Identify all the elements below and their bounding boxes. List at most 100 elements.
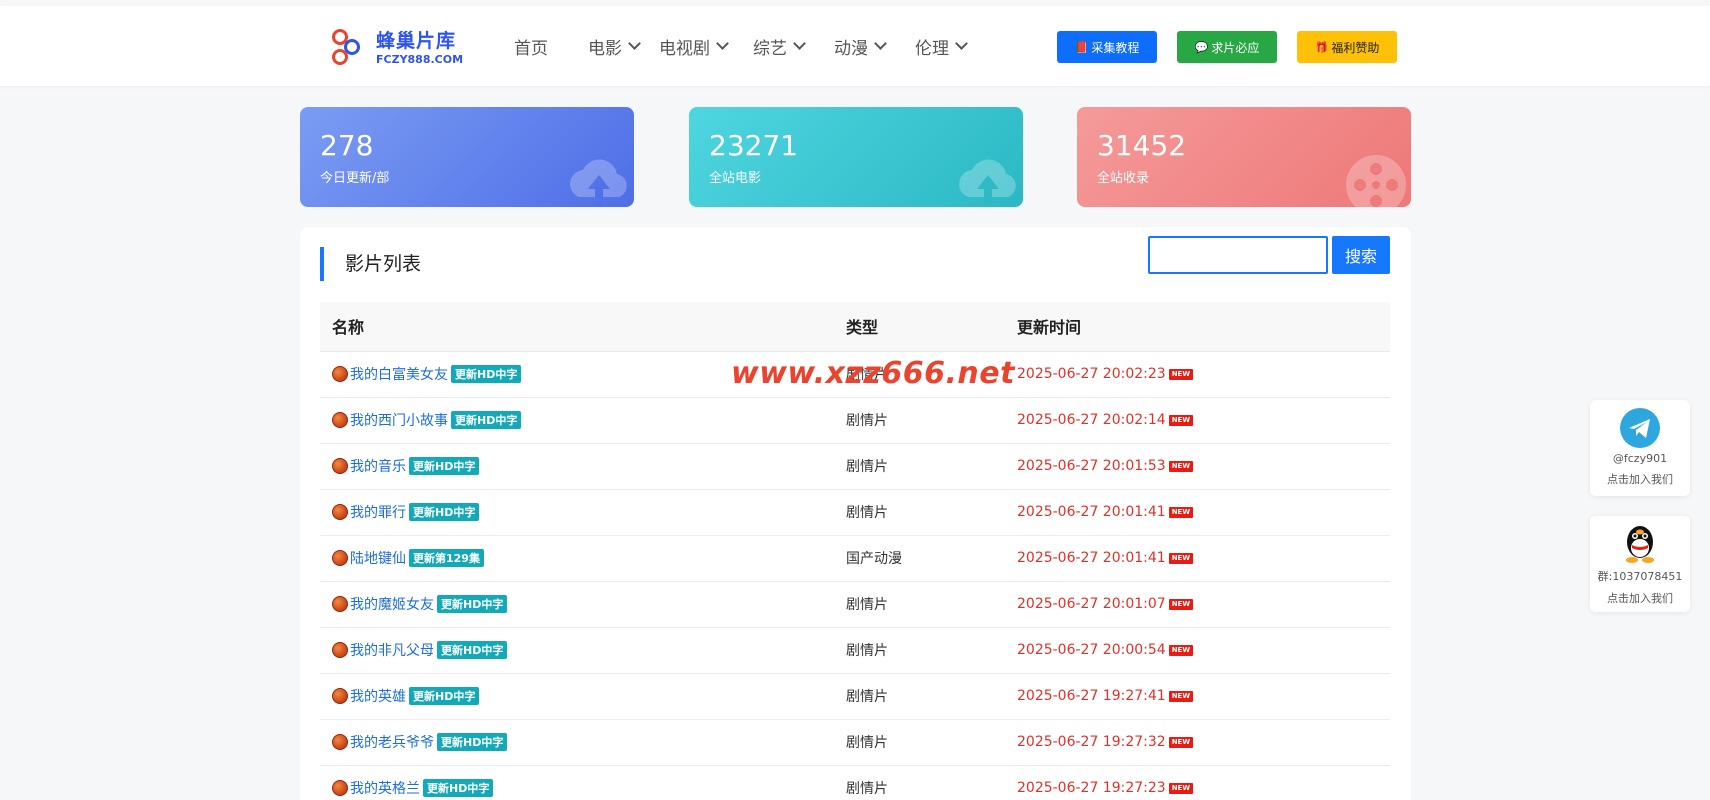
table-row: 我的西门小故事 更新HD中字 剧情片 2025-06-27 20:02:14 NEW [320,397,1390,444]
qq-group-number: 群:1037078451 [1597,570,1683,583]
main-nav: 首页 电影 电视剧 综艺 动漫 伦理 [500,6,968,86]
film-type-cell: 剧情片 [834,397,1005,444]
basketball-icon [332,412,348,428]
update-time: 2025-06-27 20:02:23 [1017,366,1166,382]
new-badge: NEW [1168,368,1194,380]
table-row: 我的老兵爷爷 更新HD中字 剧情片 2025-06-27 19:27:32 NEW [320,719,1390,766]
update-time: 2025-06-27 20:00:54 [1017,642,1166,658]
update-time: 2025-06-27 20:01:41 [1017,550,1166,566]
table-header-row: 名称 类型 更新时间 [320,302,1390,352]
tutorial-button[interactable]: 📕 采集教程 [1057,31,1157,63]
update-time-cell: 2025-06-27 19:27:23 NEW [1005,765,1390,800]
film-title-link[interactable]: 我的罪行 [350,505,406,521]
update-tag: 更新HD中字 [409,687,480,705]
column-header-type: 类型 [834,302,1005,352]
chevron-down-icon [628,37,641,50]
film-title-link[interactable]: 我的音乐 [350,459,406,475]
basketball-icon [332,642,348,658]
film-list-panel: 影片列表 搜索 名称 类型 更新时间 我的白富美女友 更新HD中字 剧情片 2025-… [300,227,1411,800]
button-label: 求片必应 [1211,40,1260,55]
search-button[interactable]: 搜索 [1332,236,1390,274]
film-title-link[interactable]: 我的白富美女友 [350,367,448,383]
film-name-cell: 我的英格兰 更新HD中字 [320,765,834,800]
film-title-link[interactable]: 我的魔姬女友 [350,597,434,613]
film-title-link[interactable]: 我的非凡父母 [350,643,434,659]
nav-home[interactable]: 首页 [514,34,548,59]
update-time: 2025-06-27 19:27:32 [1017,734,1166,750]
sponsor-button[interactable]: 🎁 福利赞助 [1297,31,1397,63]
table-row: 陆地键仙 更新第129集 国产动漫 2025-06-27 20:01:41 NEW [320,535,1390,582]
stat-label: 今日更新/部 [320,171,390,186]
nav-variety[interactable]: 综艺 [753,34,806,59]
telegram-handle: @fczy901 [1612,452,1668,465]
update-time: 2025-06-27 20:01:53 [1017,458,1166,474]
update-time-cell: 2025-06-27 20:02:23 NEW [1005,351,1390,398]
stat-card-movies: 23271 全站电影 [689,107,1023,207]
film-name-cell: 我的音乐 更新HD中字 [320,443,834,490]
chat-icon: 💬 [1194,40,1209,54]
film-title-link[interactable]: 我的西门小故事 [350,413,448,429]
film-name-cell: 我的非凡父母 更新HD中字 [320,627,834,674]
nav-label: 动漫 [834,38,868,59]
film-reel-icon [1346,155,1406,207]
chevron-down-icon [793,37,806,50]
new-badge: NEW [1168,414,1194,426]
watermark-text: www.xzz666.net [731,356,1015,391]
nav-label: 电影 [588,38,622,59]
nav-label: 电视剧 [659,38,710,59]
update-tag: 更新HD中字 [437,733,508,751]
stat-label: 全站电影 [709,171,762,186]
update-tag: 更新HD中字 [409,457,480,475]
film-name-cell: 我的魔姬女友 更新HD中字 [320,581,834,628]
film-title-link[interactable]: 我的英格兰 [350,781,420,797]
search-input[interactable] [1148,236,1328,274]
update-time: 2025-06-27 19:27:23 [1017,780,1166,796]
basketball-icon [332,734,348,750]
book-icon: 📕 [1074,40,1089,54]
update-tag: 更新HD中字 [451,411,522,429]
table-row: 我的罪行 更新HD中字 剧情片 2025-06-27 20:01:41 NEW [320,489,1390,536]
update-tag: 更新HD中字 [437,595,508,613]
update-tag: 更新HD中字 [423,779,494,797]
column-header-time: 更新时间 [1005,302,1390,352]
logo-domain: FCZY888.COM [376,52,464,66]
site-header: 蜂巢片库 FCZY888.COM 首页 电影 电视剧 综艺 动漫 伦理 📕 采集教… [0,6,1710,86]
new-badge: NEW [1168,506,1194,518]
telegram-card[interactable]: @fczy901 点击加入我们 [1590,400,1690,496]
chevron-down-icon [874,37,887,50]
request-button[interactable]: 💬 求片必应 [1177,31,1277,63]
new-badge: NEW [1168,736,1194,748]
chevron-down-icon [955,37,968,50]
table-row: 我的英雄 更新HD中字 剧情片 2025-06-27 19:27:41 NEW [320,673,1390,720]
update-time: 2025-06-27 20:01:07 [1017,596,1166,612]
basketball-icon [332,596,348,612]
film-title-link[interactable]: 我的老兵爷爷 [350,735,434,751]
film-title-link[interactable]: 我的英雄 [350,689,406,705]
column-header-name: 名称 [320,302,834,352]
nav-anime[interactable]: 动漫 [834,34,887,59]
table-row: 我的魔姬女友 更新HD中字 剧情片 2025-06-27 20:01:07 NEW [320,581,1390,628]
update-time-cell: 2025-06-27 20:01:07 NEW [1005,581,1390,628]
panel-title: 影片列表 [320,247,421,281]
nav-ethics[interactable]: 伦理 [915,34,968,59]
stat-card-today: 278 今日更新/部 [300,107,634,207]
film-name-cell: 我的西门小故事 更新HD中字 [320,397,834,444]
nav-tv[interactable]: 电视剧 [659,34,729,59]
stat-value: 278 [320,129,374,162]
film-name-cell: 陆地键仙 更新第129集 [320,535,834,582]
site-logo[interactable]: 蜂巢片库 FCZY888.COM [330,26,463,70]
film-type-cell: 剧情片 [834,581,1005,628]
qq-card[interactable]: 群:1037078451 点击加入我们 [1590,516,1690,612]
nav-label: 综艺 [753,38,787,59]
basketball-icon [332,504,348,520]
nav-movie[interactable]: 电影 [588,34,641,59]
new-badge: NEW [1168,598,1194,610]
cloud-upload-icon [570,159,627,207]
cloud-upload-icon [959,159,1016,207]
film-type-cell: 剧情片 [834,443,1005,490]
stat-label: 全站收录 [1097,171,1150,186]
new-badge: NEW [1168,644,1194,656]
qq-icon [1622,524,1658,564]
film-title-link[interactable]: 陆地键仙 [350,551,406,567]
update-tag: 更新HD中字 [409,503,480,521]
